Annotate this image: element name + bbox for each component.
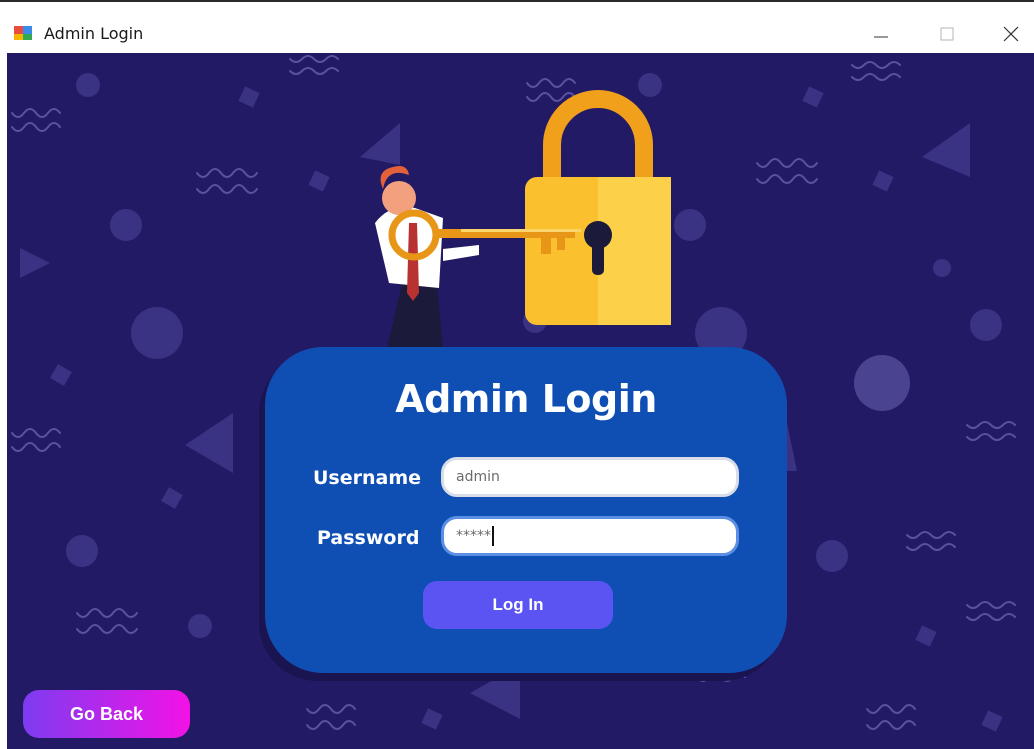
- username-label: Username: [313, 467, 422, 489]
- text-caret: [492, 526, 494, 546]
- login-form-area: Admin Login Username admin Password ****…: [7, 53, 1034, 749]
- username-value: admin: [456, 469, 500, 485]
- card-title: Admin Login: [395, 377, 657, 421]
- username-input[interactable]: admin: [441, 457, 739, 497]
- close-button[interactable]: [988, 16, 1034, 52]
- minimize-button[interactable]: [858, 16, 904, 52]
- maximize-button[interactable]: [924, 16, 970, 52]
- padlock-icon: [525, 90, 671, 325]
- go-back-button[interactable]: Go Back: [23, 690, 190, 738]
- password-label: Password: [317, 527, 420, 549]
- log-in-button[interactable]: Log In: [423, 581, 613, 629]
- window-title: Admin Login: [44, 24, 144, 43]
- password-value: *****: [456, 528, 491, 544]
- admin-login-window: Admin Login Admin Login Username admin P…: [0, 0, 1034, 749]
- title-bar[interactable]: Admin Login: [0, 0, 1034, 53]
- maximize-icon: [940, 27, 954, 41]
- close-icon: [1003, 26, 1019, 42]
- login-card: Admin Login Username admin Password ****…: [265, 347, 787, 673]
- password-input[interactable]: *****: [441, 516, 739, 556]
- minimize-icon: [874, 36, 888, 38]
- app-window-icon: [14, 26, 32, 40]
